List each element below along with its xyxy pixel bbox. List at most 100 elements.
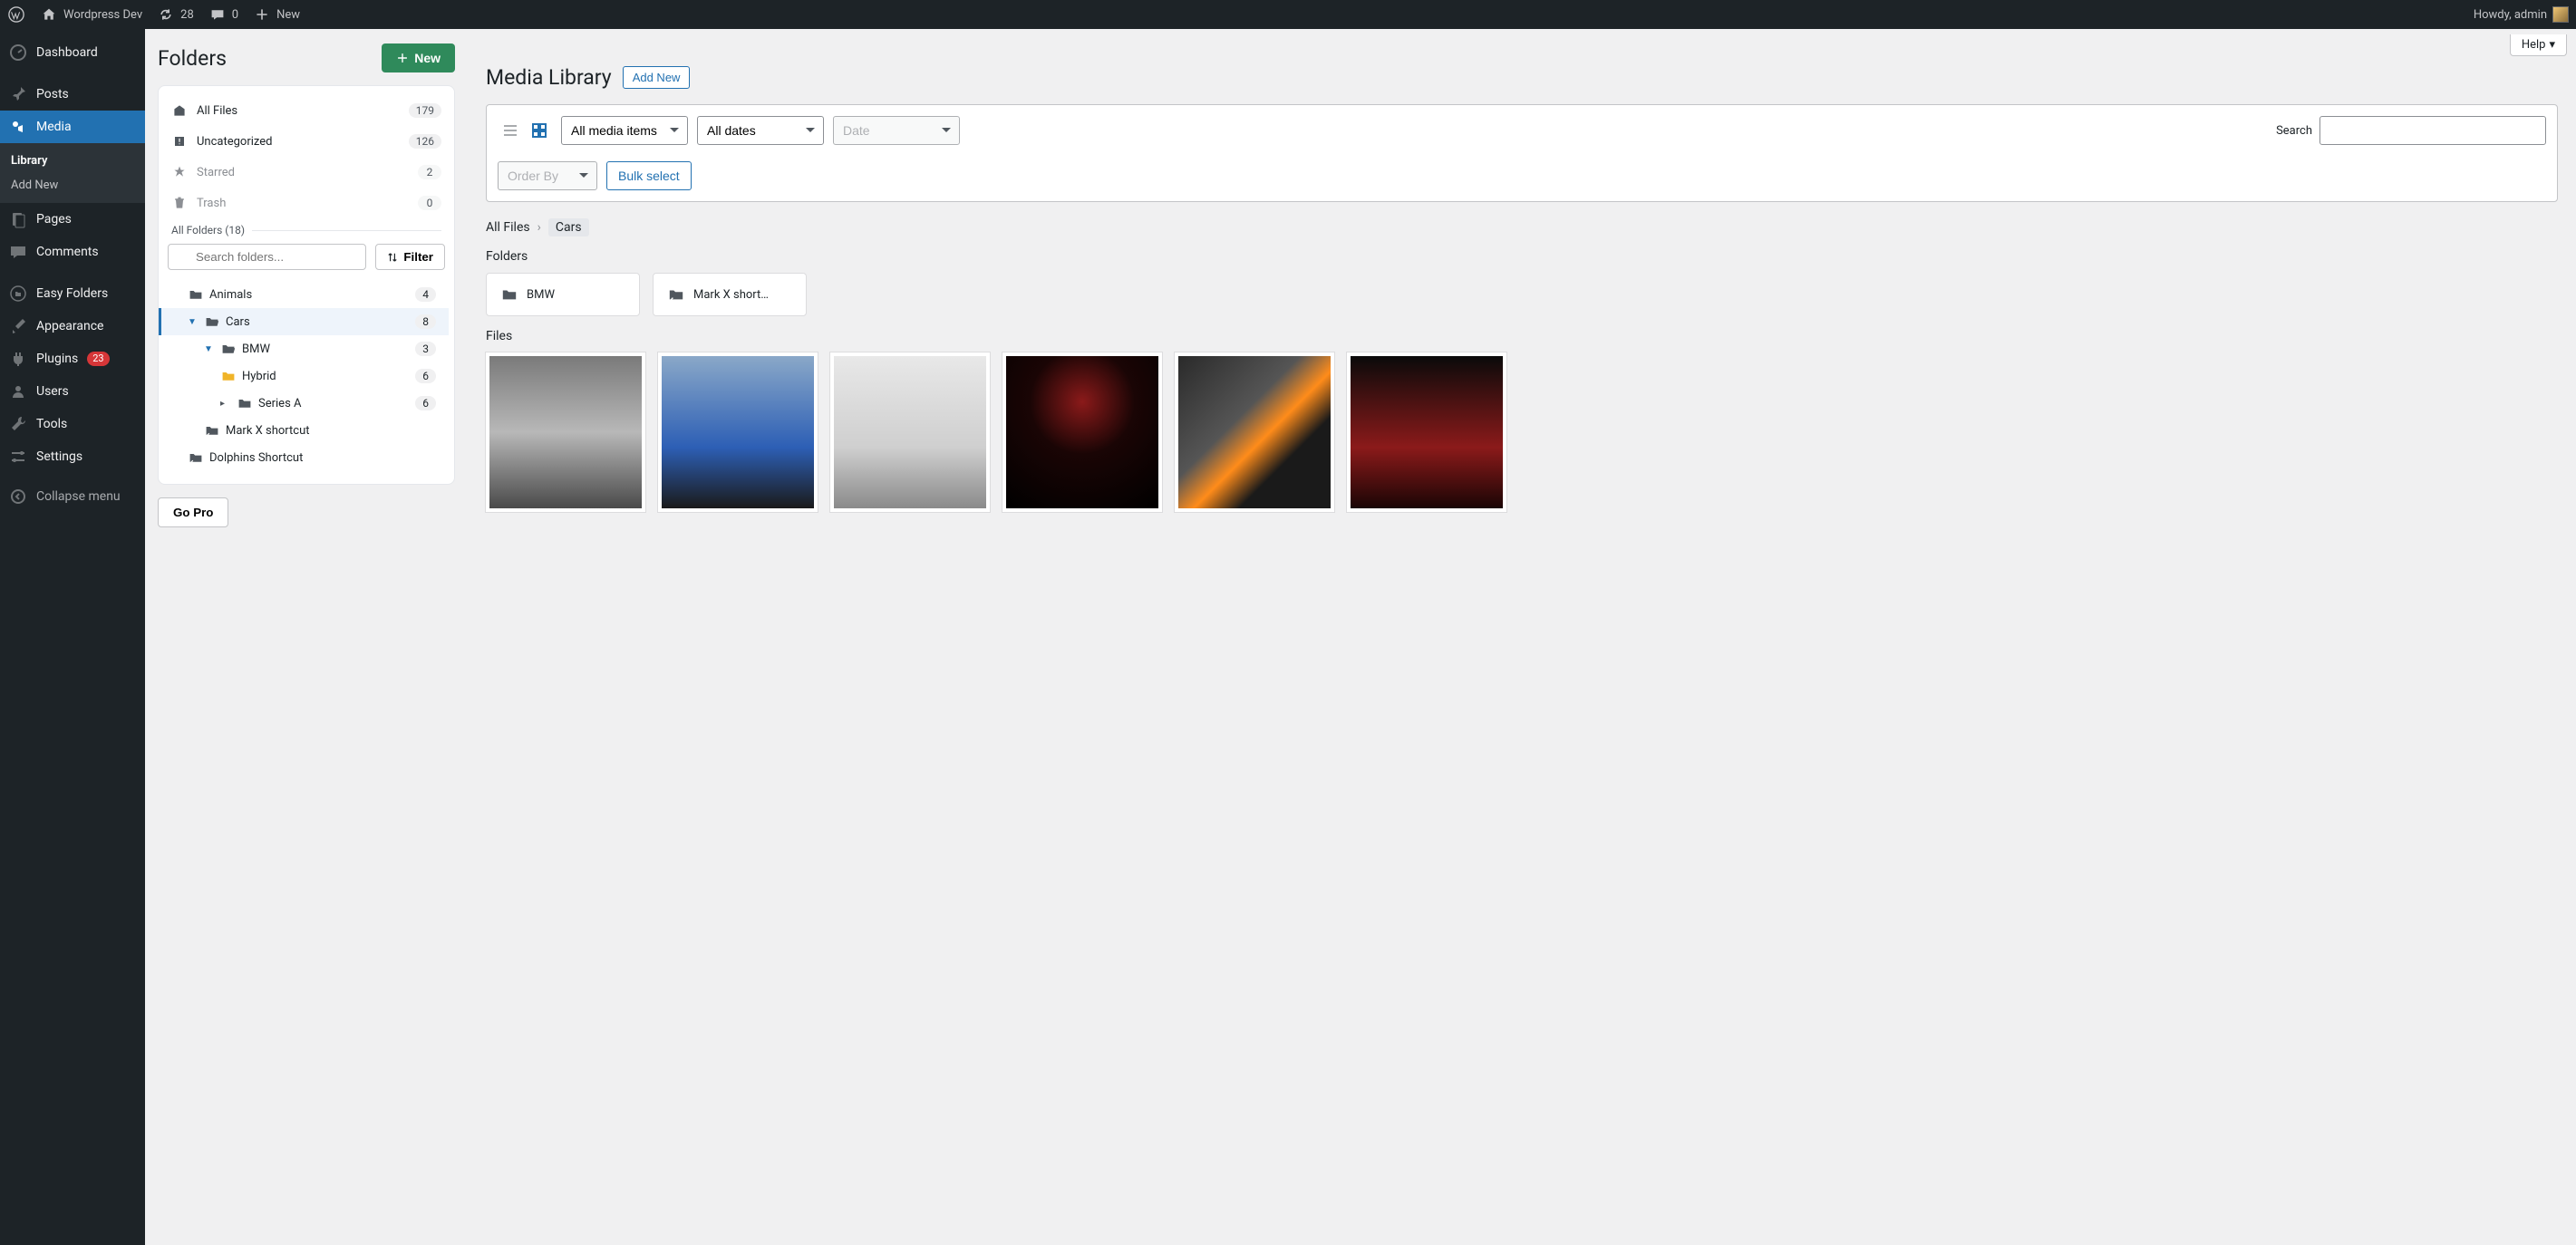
go-pro-button[interactable]: Go Pro (158, 497, 228, 527)
folders-panel: Folders New All Files 179 Uncategorized … (145, 29, 468, 1245)
menu-label: Dashboard (36, 45, 98, 60)
tree-count: 8 (415, 314, 436, 329)
list-view-button[interactable] (498, 118, 523, 143)
submenu-addnew[interactable]: Add New (0, 173, 145, 198)
uncategorized-icon (171, 133, 188, 150)
folder-icon (188, 286, 204, 303)
folder-cards: BMW Mark X short… (486, 273, 2558, 316)
caret-right-icon[interactable]: ▸ (220, 399, 231, 409)
files-section-label: Files (486, 329, 2558, 343)
chevron-right-icon: › (537, 220, 541, 235)
menu-appearance[interactable]: Appearance (0, 310, 145, 343)
shortcut-icon (204, 422, 220, 439)
orderby-select[interactable]: Order By (498, 161, 597, 190)
folder-card-label: BMW (527, 288, 555, 302)
admin-bar-right: Howdy, admin (2474, 6, 2569, 23)
folder-all-files[interactable]: All Files 179 (159, 95, 454, 126)
tree-label: Animals (209, 288, 252, 302)
wp-logo[interactable] (7, 5, 25, 24)
tree-hybrid[interactable]: Hybrid 6 (159, 362, 449, 390)
file-thumb[interactable] (1175, 352, 1334, 512)
chevron-down-icon: ▾ (2549, 38, 2555, 52)
admin-bar-left: Wordpress Dev 28 0 New (7, 5, 300, 24)
menu-plugins[interactable]: Plugins 23 (0, 343, 145, 375)
new-folder-button[interactable]: New (382, 43, 455, 72)
caret-down-icon[interactable]: ▼ (188, 317, 199, 327)
folders-header: Folders New (158, 43, 455, 72)
comments-count: 0 (232, 8, 238, 22)
account-link[interactable]: Howdy, admin (2474, 6, 2569, 23)
file-thumb[interactable] (486, 352, 645, 512)
tree-dolphins[interactable]: Dolphins Shortcut (159, 444, 449, 471)
menu-users[interactable]: Users (0, 375, 145, 408)
wordpress-icon (7, 5, 25, 24)
grid-view-button[interactable] (527, 118, 552, 143)
filter-button[interactable]: Filter (375, 244, 445, 270)
dashboard-icon (9, 43, 27, 62)
image-placeholder (662, 356, 814, 508)
media-type-select[interactable]: All media items (561, 116, 688, 145)
comment-icon (9, 243, 27, 261)
tree-seriesa[interactable]: ▸ Series A 6 (159, 390, 449, 417)
media-type-select-wrap: All media items (561, 116, 688, 145)
site-link[interactable]: Wordpress Dev (40, 5, 142, 24)
menu-label: Settings (36, 449, 82, 464)
file-thumb[interactable] (830, 352, 990, 512)
menu-easyfolders[interactable]: Easy Folders (0, 277, 145, 310)
file-thumb[interactable] (1002, 352, 1162, 512)
comments-link[interactable]: 0 (208, 5, 238, 24)
file-thumb[interactable] (1347, 352, 1506, 512)
menu-media[interactable]: Media (0, 111, 145, 143)
updates-link[interactable]: 28 (157, 5, 194, 24)
menu-collapse[interactable]: Collapse menu (0, 480, 145, 513)
caret-down-icon[interactable]: ▼ (204, 344, 215, 354)
crumb-root[interactable]: All Files (486, 220, 530, 235)
dates-select[interactable]: All dates (697, 116, 824, 145)
folder-trash[interactable]: Trash 0 (159, 188, 454, 218)
add-new-button[interactable]: Add New (623, 66, 691, 89)
folder-tree: Animals 4 ▼ Cars 8 ▼ BMW 3 Hybrid (159, 277, 454, 475)
plug-icon (9, 350, 27, 368)
view-toggle (498, 118, 552, 143)
folder-count: 0 (418, 196, 441, 210)
tree-cars[interactable]: ▼ Cars 8 (159, 308, 449, 335)
help-tab[interactable]: Help ▾ (2510, 34, 2567, 56)
folder-starred[interactable]: Starred 2 (159, 157, 454, 188)
sort-icon (387, 252, 398, 263)
date-select[interactable]: Date (833, 116, 960, 145)
search-folders-input[interactable] (168, 244, 366, 270)
wrench-icon (9, 415, 27, 433)
tree-count: 3 (415, 342, 436, 356)
tree-label: Cars (226, 315, 250, 329)
new-content-link[interactable]: New (253, 5, 300, 24)
help-label: Help (2522, 38, 2546, 52)
folder-card-bmw[interactable]: BMW (486, 273, 640, 316)
file-thumb[interactable] (658, 352, 818, 512)
tree-label: Series A (258, 397, 302, 410)
menu-comments[interactable]: Comments (0, 236, 145, 268)
site-name: Wordpress Dev (63, 8, 142, 22)
menu-tools[interactable]: Tools (0, 408, 145, 440)
tree-bmw[interactable]: ▼ BMW 3 (159, 335, 449, 362)
menu-label: Appearance (36, 319, 103, 333)
new-label: New (414, 51, 441, 65)
folder-card-markx[interactable]: Mark X short… (653, 273, 807, 316)
filter-bar: All media items All dates Date Search Or… (486, 104, 2558, 202)
bulk-select-button[interactable]: Bulk select (606, 161, 692, 190)
tree-label: Mark X shortcut (226, 424, 310, 438)
submenu-library[interactable]: Library (0, 149, 145, 173)
tree-markx[interactable]: Mark X shortcut (159, 417, 449, 444)
tree-animals[interactable]: Animals 4 (159, 281, 449, 308)
image-placeholder (1178, 356, 1331, 508)
folder-uncategorized[interactable]: Uncategorized 126 (159, 126, 454, 157)
updates-count: 28 (180, 8, 194, 22)
dates-select-wrap: All dates (697, 116, 824, 145)
menu-pages[interactable]: Pages (0, 203, 145, 236)
folder-card-label: Mark X short… (693, 288, 769, 302)
search-input[interactable] (2319, 116, 2546, 145)
menu-dashboard[interactable]: Dashboard (0, 36, 145, 69)
menu-posts[interactable]: Posts (0, 78, 145, 111)
image-placeholder (489, 356, 642, 508)
image-placeholder (1351, 356, 1503, 508)
menu-settings[interactable]: Settings (0, 440, 145, 473)
